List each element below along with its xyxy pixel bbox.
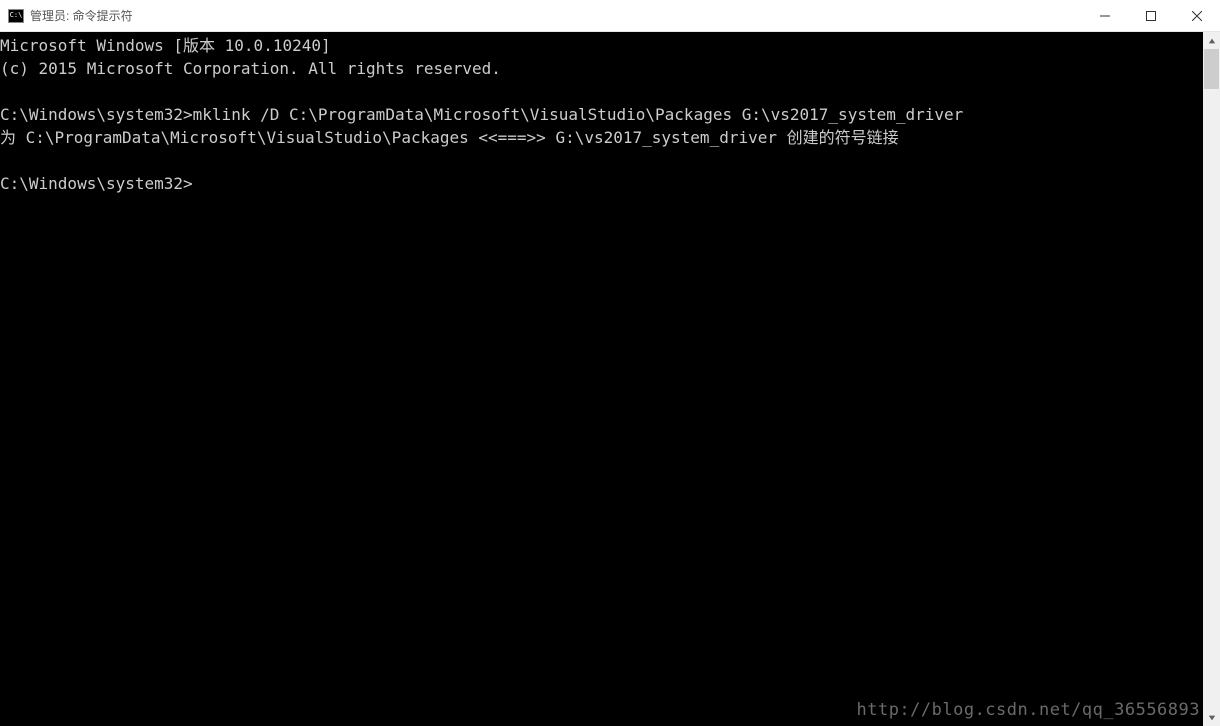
client-area: Microsoft Windows [版本 10.0.10240] (c) 20… [0,32,1220,726]
titlebar-left: C:\ 管理员: 命令提示符 [0,7,133,24]
titlebar: C:\ 管理员: 命令提示符 [0,0,1220,32]
close-button[interactable] [1174,0,1220,31]
window-controls [1082,0,1220,31]
maximize-button[interactable] [1128,0,1174,31]
scroll-up-button[interactable] [1203,32,1220,49]
vertical-scrollbar[interactable] [1203,32,1220,726]
window-title: 管理员: 命令提示符 [30,7,133,24]
scroll-thumb[interactable] [1204,49,1219,89]
terminal-output[interactable]: Microsoft Windows [版本 10.0.10240] (c) 20… [0,32,1203,726]
cmd-icon: C:\ [8,9,24,23]
scroll-down-button[interactable] [1203,709,1220,726]
minimize-button[interactable] [1082,0,1128,31]
